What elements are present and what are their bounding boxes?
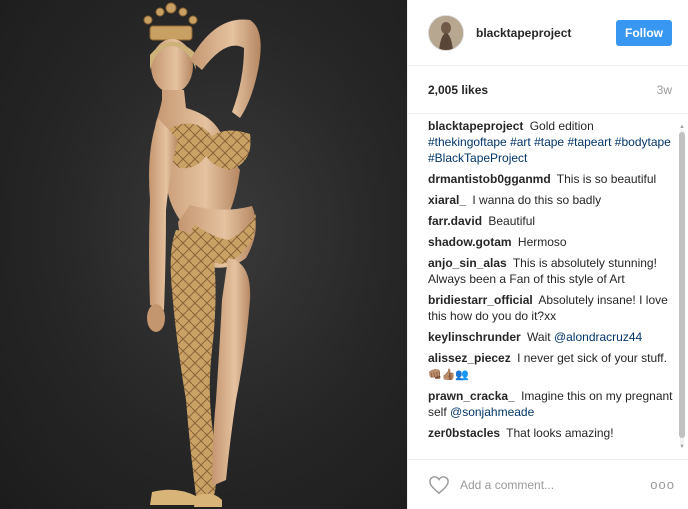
comment-author[interactable]: drmantistob0gganmd — [428, 172, 551, 186]
caption-text: Gold edition — [529, 119, 594, 133]
comment-mention[interactable]: @sonjahmeade — [450, 405, 534, 419]
caption: blacktapeproject Gold edition #thekingof… — [428, 118, 675, 166]
comment-author[interactable]: xiaral_ — [428, 193, 466, 207]
comment-item: bridiestarr_official Absolutely insane! … — [428, 292, 675, 324]
post-age[interactable]: 3w — [657, 83, 672, 97]
post-sidebar: blacktapeproject Follow 2,005 likes 3w b… — [407, 0, 688, 509]
comment-item: shadow.gotam Hermoso — [428, 234, 675, 250]
scrollbar-thumb[interactable] — [679, 132, 685, 438]
comment-text: That looks amazing! — [506, 426, 614, 440]
comment-author[interactable]: zer0bstacles — [428, 426, 500, 440]
photo-figure-illustration — [143, 2, 261, 507]
avatar[interactable] — [428, 14, 464, 51]
comment-mention[interactable]: @alondracruz44 — [554, 330, 642, 344]
comment-text: This is so beautiful — [556, 172, 657, 186]
avatar-image — [429, 15, 463, 50]
comment-bar: ooo — [408, 459, 688, 509]
comment-text: Wait — [527, 330, 551, 344]
more-options-icon[interactable]: ooo — [650, 477, 675, 492]
add-comment-input[interactable] — [460, 477, 651, 492]
comment-item: prawn_cracka_ Imagine this on my pregnan… — [428, 388, 675, 420]
comments-scrollbar[interactable]: ▲ ▼ — [678, 124, 686, 450]
comment-author[interactable]: alissez_piecez — [428, 351, 511, 365]
heart-outline-icon[interactable] — [428, 475, 450, 495]
comments-list[interactable]: blacktapeproject Gold edition #thekingof… — [408, 114, 688, 460]
comment-item: alissez_piecez I never get sick of your … — [428, 350, 675, 383]
comment-item: drmantistob0gganmd This is so beautiful — [428, 171, 675, 187]
post-header: blacktapeproject Follow — [408, 0, 688, 66]
comment-text: I never get sick of your stuff. — [517, 351, 667, 365]
caption-hashtags[interactable]: #thekingoftape #art #tape #tapeart #body… — [428, 135, 671, 165]
likes-count[interactable]: 2,005 likes — [428, 83, 488, 97]
comment-author[interactable]: keylinschrunder — [428, 330, 521, 344]
comment-item: farr.david Beautiful — [428, 213, 675, 229]
comment-author[interactable]: prawn_cracka_ — [428, 389, 515, 403]
instagram-post: blacktapeproject Follow 2,005 likes 3w b… — [0, 0, 688, 509]
scroll-down-arrow-icon[interactable]: ▼ — [678, 444, 686, 450]
comment-author[interactable]: farr.david — [428, 214, 482, 228]
comment-item: anjo_sin_alas This is absolutely stunnin… — [428, 255, 675, 287]
comment-text: Hermoso — [517, 235, 567, 249]
comment-text: I wanna do this so badly — [472, 193, 602, 207]
post-username[interactable]: blacktapeproject — [476, 26, 616, 40]
comment-text: Beautiful — [488, 214, 536, 228]
comment-item: xiaral_ I wanna do this so badly — [428, 192, 675, 208]
comment-author[interactable]: anjo_sin_alas — [428, 256, 507, 270]
follow-button[interactable]: Follow — [616, 19, 672, 46]
comment-item: keylinschrunder Wait @alondracruz44 — [428, 329, 675, 345]
post-stats: 2,005 likes 3w — [408, 66, 688, 114]
comment-emoji: 👊🏽👍🏽👥 — [428, 369, 470, 381]
comment-author[interactable]: bridiestarr_official — [428, 293, 533, 307]
comment-author[interactable]: shadow.gotam — [428, 235, 512, 249]
caption-author[interactable]: blacktapeproject — [428, 119, 523, 133]
comment-item: zer0bstacles That looks amazing! — [428, 425, 675, 441]
post-photo[interactable] — [0, 0, 407, 509]
